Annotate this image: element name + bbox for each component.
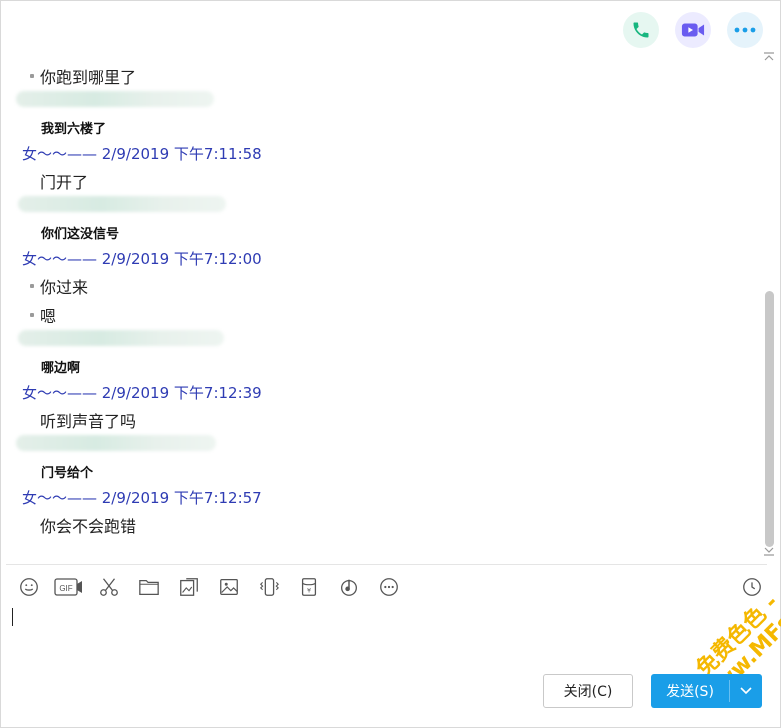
message-meta: 女～～—— 2/9/2019 下午7:11:58 bbox=[22, 145, 262, 163]
chat-window bbox=[0, 0, 781, 728]
redacted-sender bbox=[16, 91, 214, 107]
svg-text:¥: ¥ bbox=[307, 587, 311, 595]
image-edit-button[interactable] bbox=[174, 574, 204, 600]
bullet-dot bbox=[30, 74, 34, 78]
red-packet-icon: ¥ bbox=[301, 578, 317, 596]
bullet-dot bbox=[30, 313, 34, 317]
more-options-icon bbox=[380, 578, 398, 596]
send-options-button[interactable] bbox=[730, 687, 762, 695]
bullet-dot bbox=[30, 284, 34, 288]
message-text: 听到声音了吗 bbox=[40, 412, 137, 431]
redacted-sender bbox=[18, 330, 224, 346]
more-button[interactable] bbox=[727, 12, 763, 48]
folder-icon bbox=[139, 579, 159, 595]
clock-icon bbox=[743, 578, 761, 596]
message-title: 门号给个 bbox=[41, 466, 94, 481]
scrollbar-thumb[interactable] bbox=[765, 291, 774, 547]
divider bbox=[6, 564, 767, 565]
redacted-sender bbox=[16, 435, 216, 451]
gif-button[interactable]: GIF bbox=[54, 574, 84, 600]
message-title: 我到六楼了 bbox=[41, 122, 107, 137]
text-input-caret[interactable] bbox=[12, 608, 13, 626]
message-title: 你们这没信号 bbox=[41, 227, 120, 242]
more-options-button[interactable] bbox=[374, 574, 404, 600]
send-label: 发送(S) bbox=[666, 684, 714, 700]
message-meta: 女～～—— 2/9/2019 下午7:12:57 bbox=[22, 489, 262, 507]
image-icon bbox=[220, 579, 238, 595]
shake-icon bbox=[259, 578, 279, 596]
message-title: 哪边啊 bbox=[41, 361, 81, 376]
message-line: 你跑到哪里了 bbox=[30, 64, 136, 88]
gif-label: GIF bbox=[59, 584, 72, 593]
scissors-icon bbox=[100, 578, 118, 596]
music-icon bbox=[341, 579, 357, 596]
message-text: 你会不会跑错 bbox=[40, 517, 137, 536]
history-button[interactable] bbox=[737, 574, 767, 600]
video-call-button[interactable] bbox=[675, 12, 711, 48]
close-button[interactable]: 关闭(C) bbox=[543, 674, 633, 708]
file-button[interactable] bbox=[134, 574, 164, 600]
phone-icon bbox=[633, 22, 649, 38]
message-line: 听到声音了吗 bbox=[40, 408, 136, 432]
message-text: 嗯 bbox=[40, 307, 57, 326]
red-packet-button[interactable]: ¥ bbox=[294, 574, 324, 600]
chevron-down-icon bbox=[740, 687, 752, 695]
message-meta: 女～～—— 2/9/2019 下午7:12:39 bbox=[22, 384, 262, 402]
message-line: 嗯 bbox=[30, 303, 56, 327]
music-button[interactable] bbox=[334, 574, 364, 600]
scroll-up-icon[interactable] bbox=[763, 52, 775, 64]
scroll-down-icon[interactable] bbox=[763, 546, 775, 558]
screenshot-button[interactable] bbox=[94, 574, 124, 600]
message-line: 门开了 bbox=[40, 169, 88, 193]
shake-button[interactable] bbox=[254, 574, 284, 600]
message-meta: 女～～—— 2/9/2019 下午7:12:00 bbox=[22, 250, 262, 268]
redacted-sender bbox=[18, 196, 226, 212]
voice-call-button[interactable] bbox=[623, 12, 659, 48]
more-icon bbox=[734, 27, 756, 33]
message-line: 你过来 bbox=[30, 274, 88, 298]
message-text: 你跑到哪里了 bbox=[40, 68, 137, 87]
gif-icon: GIF bbox=[54, 578, 82, 596]
send-button[interactable]: 发送(S) bbox=[651, 674, 762, 708]
emoji-button[interactable] bbox=[14, 574, 44, 600]
emoji-icon bbox=[20, 578, 38, 596]
video-icon bbox=[681, 23, 705, 37]
message-text: 门开了 bbox=[40, 173, 89, 192]
image-button[interactable] bbox=[214, 574, 244, 600]
message-text: 你过来 bbox=[40, 278, 89, 297]
call-actions bbox=[623, 12, 763, 48]
image-edit-icon bbox=[180, 578, 198, 596]
input-toolbar: GIF ¥ bbox=[14, 574, 404, 600]
message-line: 你会不会跑错 bbox=[40, 513, 136, 537]
